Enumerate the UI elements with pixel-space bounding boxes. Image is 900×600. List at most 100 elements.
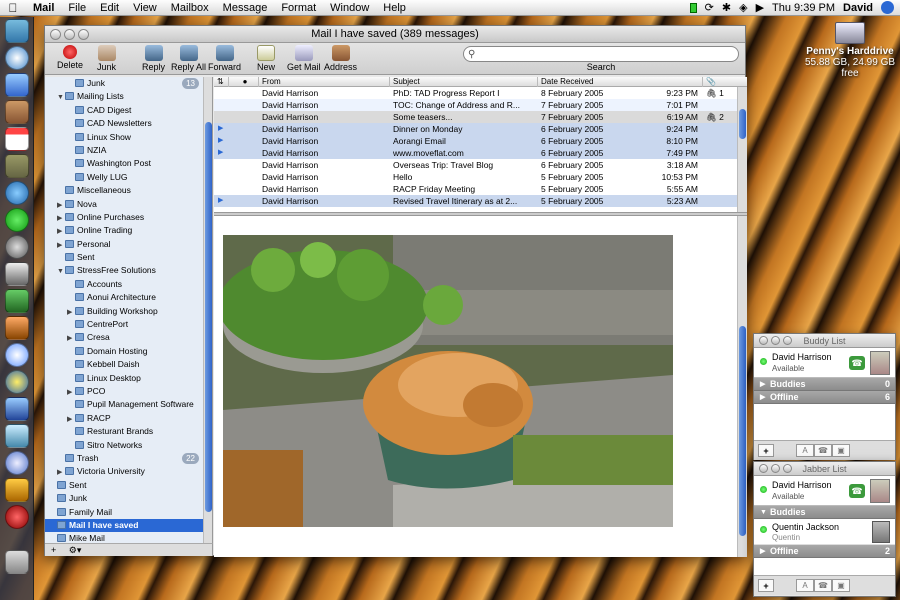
jabber-zoom-button[interactable]	[783, 464, 792, 473]
buddy-zoom-button[interactable]	[783, 336, 792, 345]
jabber-list-titlebar[interactable]: Jabber List	[754, 462, 895, 476]
sidebar-item[interactable]: Kebbell Daish	[45, 358, 203, 371]
action-menu-icon[interactable]: ⚙▾	[69, 545, 82, 555]
thread-column-icon[interactable]: ⇅	[214, 77, 224, 87]
add-buddy-button[interactable]: +	[758, 444, 774, 457]
preview-scrollbar[interactable]	[737, 216, 747, 557]
itunes-icon[interactable]	[4, 235, 29, 259]
buddy-minimize-button[interactable]	[771, 336, 780, 345]
sidebar-item[interactable]: Sent	[45, 251, 203, 264]
disclosure-triangle-open-icon[interactable]: ▼	[760, 506, 767, 519]
sidebar-item[interactable]: Sent	[45, 479, 203, 492]
sidebar-item[interactable]: Junk 13	[45, 77, 203, 90]
sidebar-item[interactable]: Pupil Management Software	[45, 398, 203, 411]
sidebar-item[interactable]: ▶ Cresa	[45, 331, 203, 344]
sidebar-scrollbar[interactable]	[203, 77, 212, 543]
sidebar-item[interactable]: ▶ Building Workshop	[45, 305, 203, 318]
message-row[interactable]: David Harrison RACP Friday Meeting 5 Febru…	[214, 183, 747, 195]
jabber-group-buddies[interactable]: ▼ Buddies	[754, 506, 895, 519]
ical-icon[interactable]	[4, 127, 29, 151]
menu-format[interactable]: Format	[274, 2, 323, 14]
disclosure-triangle-icon[interactable]: ▶	[57, 199, 65, 212]
message-list-scrollbar[interactable]	[737, 87, 747, 212]
sphere-icon[interactable]	[4, 451, 29, 475]
audio-chat-icon[interactable]: ☎	[814, 444, 832, 457]
safari-icon[interactable]	[4, 46, 29, 70]
jabber-self-status-menu[interactable]: Available	[772, 492, 804, 501]
group-offline[interactable]: ▶ Offline 6	[754, 391, 895, 404]
message-row[interactable]: David Harrison TOC: Change of Address and…	[214, 99, 747, 111]
message-row[interactable]: David Harrison Some teasers... 7 February …	[214, 111, 747, 123]
swirl-icon[interactable]	[4, 370, 29, 394]
menu-help[interactable]: Help	[376, 2, 413, 14]
desktop-harddrive[interactable]: Penny's Harddrive 55.88 GB, 24.99 GB fre…	[800, 22, 900, 79]
wifi-icon[interactable]: ◈	[739, 1, 747, 14]
column-date[interactable]: Date Received	[537, 77, 593, 87]
phone-icon[interactable]: ☎	[849, 356, 865, 370]
sidebar-item[interactable]: Washington Post	[45, 157, 203, 170]
jabber-self-avatar[interactable]	[870, 479, 890, 503]
sidebar-item[interactable]: Mail I have saved	[45, 518, 203, 533]
minimize-button[interactable]	[64, 29, 75, 40]
menu-app[interactable]: Mail	[26, 2, 61, 14]
sidebar-item[interactable]: CAD Digest	[45, 104, 203, 117]
add-mailbox-button[interactable]: +	[51, 545, 56, 555]
video-chat-icon[interactable]: ▣	[832, 444, 850, 457]
photo-icon[interactable]	[4, 316, 29, 340]
disclosure-triangle-icon[interactable]: ▶	[760, 391, 765, 404]
delete-button[interactable]: Delete	[57, 45, 83, 70]
sidebar-item[interactable]: Mike Mail	[45, 532, 203, 543]
column-from[interactable]: From	[258, 77, 281, 87]
pen-icon[interactable]	[4, 262, 29, 286]
disclosure-triangle-icon[interactable]: ▶	[760, 378, 765, 391]
preview-icon[interactable]	[4, 424, 29, 448]
message-row[interactable]: ▶ David Harrison www.moveflat.com 6 Februar…	[214, 147, 747, 159]
gameboy-icon[interactable]	[4, 154, 29, 178]
ichat-icon[interactable]	[4, 181, 29, 205]
text-chat-icon[interactable]: A	[796, 579, 814, 592]
disclosure-triangle-icon[interactable]: ▶	[67, 306, 75, 319]
clock[interactable]: Thu 9:39 PM	[772, 2, 835, 14]
disclosure-triangle-icon[interactable]: ▶	[67, 413, 75, 426]
buddy-row[interactable]: Quentin Jackson Quentin	[754, 519, 895, 545]
sidebar-item[interactable]: ▼ StressFree Solutions	[45, 264, 203, 277]
reply-all-button[interactable]: Reply All	[171, 45, 206, 72]
bug-icon[interactable]	[4, 505, 29, 529]
attachment-column-icon[interactable]: 📎	[702, 77, 716, 87]
sidebar-item[interactable]: ▶ RACP	[45, 412, 203, 425]
audio-chat-icon[interactable]: ☎	[814, 579, 832, 592]
disclosure-triangle-icon[interactable]: ▶	[760, 545, 765, 558]
buddy-list-titlebar[interactable]: Buddy List	[754, 334, 895, 348]
window-titlebar[interactable]: Mail I have saved (389 messages)	[45, 26, 745, 43]
sidebar-item[interactable]: Aonui Architecture	[45, 291, 203, 304]
sidebar-item[interactable]: ▶ Online Purchases	[45, 211, 203, 224]
sidebar-item[interactable]: Linux Show	[45, 131, 203, 144]
message-row[interactable]: David Harrison Overseas Trip: Travel Blog…	[214, 159, 747, 171]
sidebar-item[interactable]: Family Mail	[45, 506, 203, 519]
unread-column-icon[interactable]: ●	[228, 77, 258, 87]
message-list-scroll-thumb[interactable]	[739, 109, 746, 139]
disclosure-triangle-icon[interactable]: ▶	[67, 386, 75, 399]
mail-icon[interactable]	[4, 73, 29, 97]
sidebar-item[interactable]: Domain Hosting	[45, 345, 203, 358]
sidebar-item[interactable]: ▶ Personal	[45, 238, 203, 251]
disclosure-triangle-icon[interactable]: ▶	[57, 239, 65, 252]
user-menu[interactable]: David	[843, 2, 873, 14]
jabber-minimize-button[interactable]	[771, 464, 780, 473]
column-subject[interactable]: Subject	[389, 77, 420, 87]
message-row[interactable]: David Harrison Hello 5 February 2005 10:53 …	[214, 171, 747, 183]
menu-message[interactable]: Message	[216, 2, 275, 14]
close-button[interactable]	[50, 29, 61, 40]
message-row[interactable]: ▶ David Harrison Dinner on Monday 6 Februar…	[214, 123, 747, 135]
zoom-button[interactable]	[78, 29, 89, 40]
jabber-close-button[interactable]	[759, 464, 768, 473]
sidebar-item[interactable]: Trash 22	[45, 452, 203, 465]
get-mail-button[interactable]: Get Mail	[287, 45, 321, 72]
spotlight-icon[interactable]	[881, 1, 894, 14]
search-input[interactable]	[463, 46, 739, 62]
menu-file[interactable]: File	[61, 2, 93, 14]
self-avatar[interactable]	[870, 351, 890, 375]
group-buddies[interactable]: ▶ Buddies 0	[754, 378, 895, 391]
battery-icon[interactable]	[689, 2, 697, 13]
menu-view[interactable]: View	[126, 2, 164, 14]
